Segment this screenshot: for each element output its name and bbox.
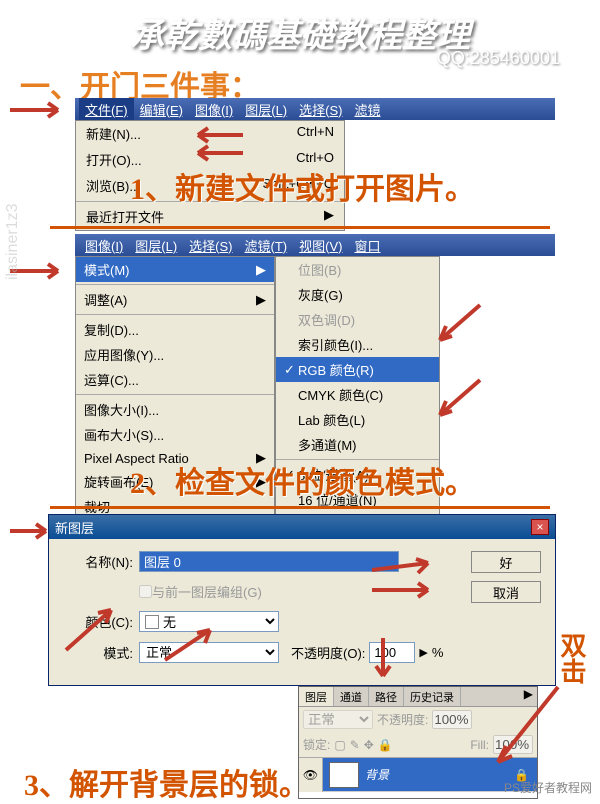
section1-sub: 1、新建文件或打开图片。	[130, 164, 475, 208]
group-label: 与前一图层编组(G)	[152, 582, 262, 601]
menu2-select[interactable]: 选择(S)	[183, 234, 238, 257]
divider-1	[50, 226, 550, 229]
group-checkbox	[139, 585, 152, 598]
menu-mode[interactable]: 模式(M)▶	[76, 257, 274, 282]
menu-adjust[interactable]: 调整(A)▶	[76, 287, 274, 312]
ok-button[interactable]: 好	[471, 551, 541, 573]
qq-text: QQ:285460001	[437, 48, 560, 69]
panel-fill	[493, 735, 533, 754]
name-input[interactable]	[139, 551, 399, 572]
menu2-window[interactable]: 窗口	[348, 234, 386, 257]
lock-all-icon[interactable]: 🔒	[378, 738, 393, 752]
pct-label: %	[432, 645, 444, 660]
menu-image[interactable]: 图像(I)	[189, 98, 239, 121]
menubar-2: 图像(I) 图层(L) 选择(S) 滤镜(T) 视图(V) 窗口	[75, 234, 555, 256]
menu-imagesize[interactable]: 图像大小(I)...	[76, 397, 274, 422]
color-label: 颜色(C):	[63, 612, 133, 631]
menu-layer[interactable]: 图层(L)	[239, 98, 293, 121]
tab-channels[interactable]: 通道	[334, 687, 369, 706]
footer-text: PS爱好者教程网	[504, 779, 592, 796]
menu2-view[interactable]: 视图(V)	[293, 234, 348, 257]
menu2-layer[interactable]: 图层(L)	[129, 234, 183, 257]
mode-bitmap[interactable]: 位图(B)	[276, 257, 439, 282]
mode-label: 模式:	[63, 643, 133, 662]
section2-sub: 2、检查文件的颜色模式。	[130, 458, 475, 502]
mode-select[interactable]: 正常	[139, 642, 279, 663]
menu-canvassize[interactable]: 画布大小(S)...	[76, 422, 274, 447]
close-icon[interactable]: ×	[531, 519, 549, 535]
section3-sub: 3、解开背景层的锁。	[24, 760, 309, 804]
tab-paths[interactable]: 路径	[369, 687, 404, 706]
page-title: 承乾數碼基礎教程整理	[130, 8, 470, 57]
menu2-filter[interactable]: 滤镜(T)	[239, 234, 294, 257]
menu2-image[interactable]: 图像(I)	[79, 234, 129, 257]
layer-row-background[interactable]: 👁 背景 🔒	[299, 758, 537, 792]
opacity-label: 不透明度(O):	[291, 643, 365, 662]
menu-file[interactable]: 文件(F)	[79, 98, 134, 121]
panel-opacity	[432, 710, 472, 729]
layers-panel: 图层 通道 路径 历史记录 ▶ 正常 不透明度: 锁定: ▢ ✎ ✥ 🔒 Fil…	[298, 686, 538, 799]
menubar-1: 文件(F) 编辑(E) 图像(I) 图层(L) 选择(S) 滤镜	[75, 98, 555, 120]
mode-cmyk[interactable]: CMYK 颜色(C)	[276, 382, 439, 407]
menu-apply[interactable]: 应用图像(Y)...	[76, 342, 274, 367]
menu-calc[interactable]: 运算(C)...	[76, 367, 274, 392]
blend-select: 正常	[303, 710, 373, 729]
layer-thumbnail[interactable]	[329, 762, 359, 788]
mode-grayscale[interactable]: 灰度(G)	[276, 282, 439, 307]
color-select[interactable]	[139, 611, 279, 632]
dialog-titlebar[interactable]: 新图层 ×	[49, 515, 555, 539]
lock-transparency-icon[interactable]: ▢	[334, 738, 345, 752]
lock-brush-icon[interactable]: ✎	[350, 738, 360, 752]
name-label: 名称(N):	[63, 552, 133, 571]
divider-2	[50, 506, 550, 509]
tab-layers[interactable]: 图层	[299, 687, 334, 706]
layer-name: 背景	[365, 766, 389, 783]
menu-select[interactable]: 选择(S)	[293, 98, 348, 121]
cancel-button[interactable]: 取消	[471, 581, 541, 603]
double-click-label: 双击	[553, 632, 590, 684]
mode-multi[interactable]: 多通道(M)	[276, 432, 439, 457]
watermark: ilasiner1z3	[4, 204, 22, 280]
panel-menu-icon[interactable]: ▶	[520, 687, 537, 706]
mode-duotone[interactable]: 双色调(D)	[276, 307, 439, 332]
lock-move-icon[interactable]: ✥	[364, 738, 374, 752]
mode-indexed[interactable]: 索引颜色(I)...	[276, 332, 439, 357]
tab-history[interactable]: 历史记录	[404, 687, 461, 706]
menu-new[interactable]: 新建(N)...Ctrl+N	[76, 121, 344, 147]
new-layer-dialog: 新图层 × 名称(N): 与前一图层编组(G) 颜色(C): 无 模式: 正常 …	[48, 514, 556, 686]
menu-edit[interactable]: 编辑(E)	[134, 98, 189, 121]
dialog-title: 新图层	[55, 518, 94, 537]
opacity-input[interactable]	[369, 642, 415, 663]
mode-lab[interactable]: Lab 颜色(L)	[276, 407, 439, 432]
menu-filter[interactable]: 滤镜	[348, 98, 386, 121]
mode-rgb[interactable]: ✓RGB 颜色(R)	[276, 357, 439, 382]
menu-duplicate[interactable]: 复制(D)...	[76, 317, 274, 342]
